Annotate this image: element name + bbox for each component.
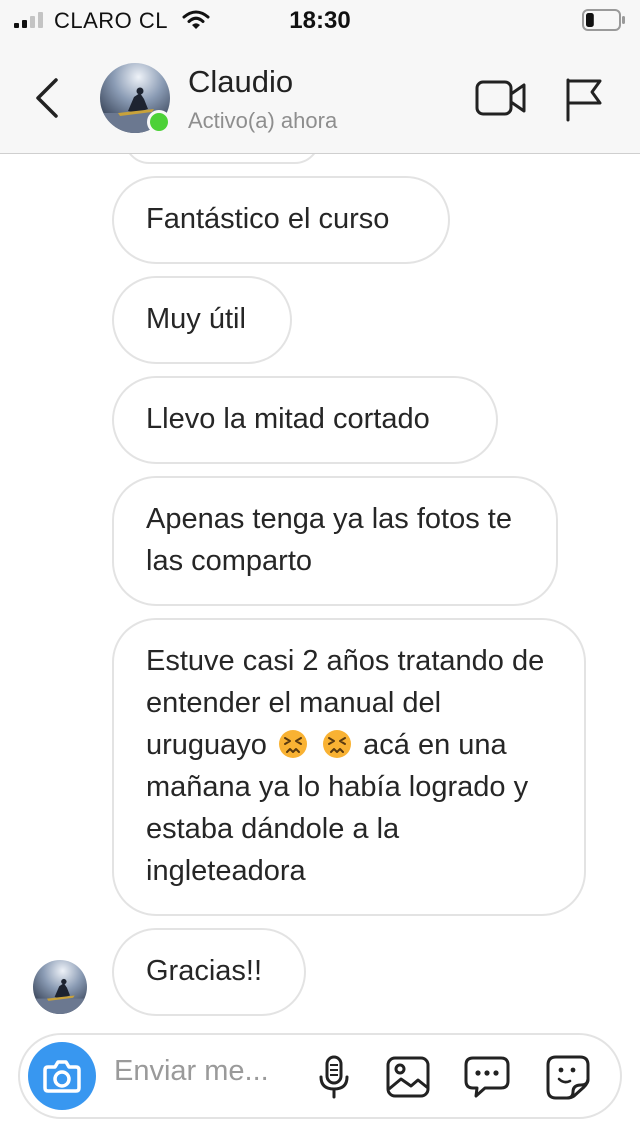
camera-icon (43, 1060, 81, 1093)
microphone-icon[interactable] (310, 1053, 358, 1101)
battery-icon (582, 9, 625, 31)
message-bubble[interactable]: Estuve casi 2 años tratando de entender … (112, 618, 586, 916)
clock: 18:30 (289, 7, 351, 34)
message-input[interactable] (114, 1055, 294, 1088)
confounded-face-emoji-icon (323, 730, 352, 758)
camera-button[interactable] (28, 1042, 96, 1110)
flag-icon[interactable] (562, 76, 604, 122)
message-bubble-partial (124, 154, 320, 164)
sender-avatar[interactable] (33, 960, 87, 1014)
message-thread[interactable]: Fantástico el curso Muy útil Llevo la mi… (0, 154, 640, 1020)
gallery-image-icon[interactable] (384, 1053, 432, 1101)
online-status-dot (147, 110, 171, 134)
contact-name[interactable]: Claudio (188, 64, 293, 100)
message-text: Fantástico el curso (146, 203, 390, 235)
message-text: Muy útil (146, 303, 246, 335)
video-call-icon[interactable] (474, 76, 528, 120)
message-text: Llevo la mitad cortado (146, 403, 430, 435)
sticker-icon[interactable] (544, 1053, 592, 1101)
message-bubble[interactable]: Apenas tenga ya las fotos te las compart… (112, 476, 558, 606)
quick-reply-chat-icon[interactable] (463, 1053, 511, 1101)
message-bubble[interactable]: Llevo la mitad cortado (112, 376, 498, 464)
message-bubble[interactable]: Fantástico el curso (112, 176, 450, 264)
message-text: Gracias!! (146, 955, 263, 987)
status-bar: CLARO CL 18:30 (0, 0, 640, 40)
contact-activity-status: Activo(a) ahora (188, 108, 338, 133)
chat-header: Claudio Activo(a) ahora (0, 40, 640, 154)
confounded-face-emoji-icon (279, 730, 307, 758)
message-composer (18, 1033, 622, 1119)
message-text: Apenas tenga ya las fotos te las compart… (146, 503, 512, 577)
back-chevron-icon[interactable] (32, 76, 62, 120)
message-bubble[interactable]: Muy útil (112, 276, 292, 364)
message-bubble[interactable]: Gracias!! (112, 928, 306, 1016)
